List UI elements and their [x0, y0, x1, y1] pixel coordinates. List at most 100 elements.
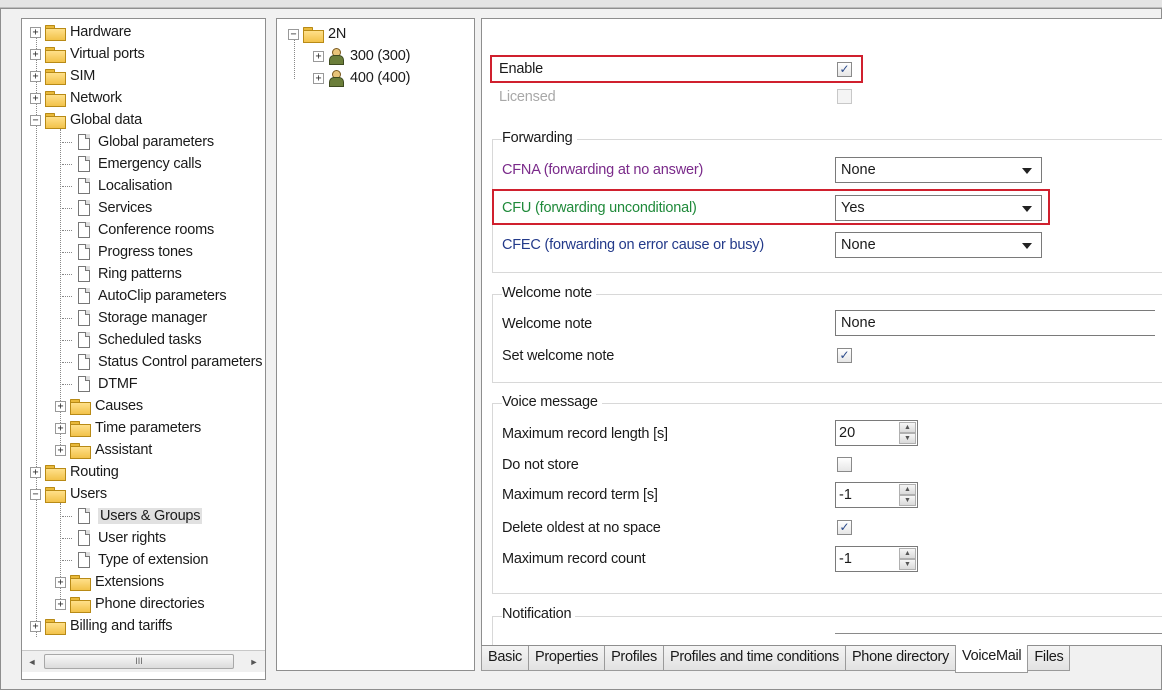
- spin-up-icon[interactable]: ▲: [899, 422, 916, 433]
- tree-item-type-of-extension[interactable]: Type of extension: [62, 549, 208, 571]
- tree-item-users[interactable]: − Users: [30, 483, 107, 505]
- tree-item-autoclip-parameters[interactable]: AutoClip parameters: [62, 285, 227, 307]
- set-welcome-note-checkbox[interactable]: ✓: [837, 348, 852, 363]
- tab-properties[interactable]: Properties: [527, 646, 606, 671]
- tree-connector: [62, 361, 72, 363]
- collapse-icon[interactable]: −: [288, 28, 299, 40]
- spin-up-icon[interactable]: ▲: [899, 484, 916, 495]
- tree-item-global-parameters[interactable]: Global parameters: [62, 131, 214, 153]
- max-record-count-stepper[interactable]: -1 ▲ ▼: [835, 546, 918, 572]
- expand-icon[interactable]: +: [30, 620, 41, 632]
- expand-icon[interactable]: +: [313, 50, 324, 62]
- tab-phone-directory[interactable]: Phone directory: [844, 646, 956, 671]
- tree-item-label: Hardware: [70, 24, 132, 40]
- tab-basic[interactable]: Basic: [481, 646, 529, 671]
- tree-item-causes[interactable]: + Causes: [55, 395, 143, 417]
- folder-open-icon: [45, 487, 66, 503]
- tree-item-assistant[interactable]: + Assistant: [55, 439, 152, 461]
- title-strip: [0, 0, 1162, 8]
- tree-item-users-and-groups[interactable]: Users & Groups: [62, 505, 203, 527]
- group-tree-panel[interactable]: − 2N +300 (300) +400 (400): [276, 18, 475, 671]
- tab-files[interactable]: Files: [1027, 646, 1071, 671]
- horizontal-scrollbar[interactable]: ◄ III ►: [22, 650, 265, 672]
- tree-item-virtual-ports[interactable]: + Virtual ports: [30, 43, 145, 65]
- cfu-highlight-box: [492, 189, 1050, 225]
- tree-item-dtmf[interactable]: DTMF: [62, 373, 138, 395]
- cut-off-field: [835, 633, 1162, 634]
- group-border: [492, 593, 1162, 594]
- expand-icon[interactable]: +: [30, 48, 41, 60]
- spin-down-icon[interactable]: ▼: [899, 495, 916, 506]
- delete-oldest-checkbox[interactable]: ✓: [837, 520, 852, 535]
- cfec-select[interactable]: None: [835, 232, 1042, 258]
- tree-connector: [62, 163, 72, 165]
- welcome-note-select[interactable]: None: [835, 310, 1155, 336]
- tree-item-billing-and-tariffs[interactable]: + Billing and tariffs: [30, 615, 173, 637]
- tab-voicemail[interactable]: VoiceMail: [955, 645, 1029, 673]
- licensed-checkbox: [837, 89, 852, 104]
- tree-item-ring-patterns[interactable]: Ring patterns: [62, 263, 182, 285]
- tree-item-user-rights[interactable]: User rights: [62, 527, 166, 549]
- cfna-select[interactable]: None: [835, 157, 1042, 183]
- expand-icon[interactable]: +: [313, 72, 324, 84]
- tree-item-storage-manager[interactable]: Storage manager: [62, 307, 207, 329]
- tree-item-global-data[interactable]: − Global data: [30, 109, 142, 131]
- max-record-length-stepper[interactable]: 20 ▲ ▼: [835, 420, 918, 446]
- tree-item-user-400[interactable]: +400 (400): [313, 67, 410, 89]
- tree-item-routing[interactable]: + Routing: [30, 461, 119, 483]
- tree-item-2n[interactable]: − 2N: [288, 23, 346, 45]
- tree-connector: [62, 141, 72, 143]
- tree-item-network[interactable]: + Network: [30, 87, 122, 109]
- tree-item-phone-directories[interactable]: + Phone directories: [55, 593, 205, 615]
- scroll-left-icon[interactable]: ◄: [24, 654, 40, 670]
- expand-icon[interactable]: +: [55, 598, 66, 610]
- user-icon: [328, 70, 344, 87]
- tree-item-status-control-parameters[interactable]: Status Control parameters: [62, 351, 262, 373]
- expand-icon[interactable]: +: [55, 444, 66, 456]
- spin-up-icon[interactable]: ▲: [899, 548, 916, 559]
- collapse-icon[interactable]: −: [30, 114, 41, 126]
- tab-profiles-and-time-conditions[interactable]: Profiles and time conditions: [663, 646, 846, 671]
- stepper-buttons[interactable]: ▲ ▼: [899, 484, 916, 506]
- scroll-right-icon[interactable]: ►: [246, 654, 262, 670]
- tree-item-time-parameters[interactable]: + Time parameters: [55, 417, 201, 439]
- navigation-tree-panel[interactable]: + Hardware + Virtual ports + SIM + Network −…: [21, 18, 266, 680]
- tree-item-extensions[interactable]: + Extensions: [55, 571, 164, 593]
- tree-item-user-300[interactable]: +300 (300): [313, 45, 410, 67]
- expand-icon[interactable]: +: [30, 70, 41, 82]
- spin-down-icon[interactable]: ▼: [899, 433, 916, 444]
- tree-item-sim[interactable]: + SIM: [30, 65, 95, 87]
- page-icon: [78, 552, 90, 568]
- expand-icon[interactable]: +: [30, 466, 41, 478]
- expand-icon[interactable]: +: [55, 576, 66, 588]
- tree-item-label: Status Control parameters: [98, 354, 263, 370]
- folder-icon: [70, 421, 91, 437]
- expand-icon[interactable]: +: [55, 422, 66, 434]
- expand-icon[interactable]: +: [55, 400, 66, 412]
- tree-item-progress-tones[interactable]: Progress tones: [62, 241, 193, 263]
- tab-profiles[interactable]: Profiles: [604, 646, 665, 671]
- spin-down-icon[interactable]: ▼: [899, 559, 916, 570]
- expand-icon[interactable]: +: [30, 92, 41, 104]
- collapse-icon[interactable]: −: [30, 488, 41, 500]
- tree-item-label: Emergency calls: [98, 156, 202, 172]
- do-not-store-checkbox[interactable]: [837, 457, 852, 472]
- tree-item-label: Billing and tariffs: [70, 618, 173, 634]
- expand-icon[interactable]: +: [30, 26, 41, 38]
- tree-item-hardware[interactable]: + Hardware: [30, 21, 131, 43]
- tree-item-conference-rooms[interactable]: Conference rooms: [62, 219, 214, 241]
- stepper-buttons[interactable]: ▲ ▼: [899, 422, 916, 444]
- scrollbar-thumb[interactable]: III: [44, 654, 234, 669]
- max-record-length-value: 20: [839, 425, 856, 441]
- max-record-term-stepper[interactable]: -1 ▲ ▼: [835, 482, 918, 508]
- tree-item-services[interactable]: Services: [62, 197, 152, 219]
- page-icon: [78, 156, 90, 172]
- tree-item-scheduled-tasks[interactable]: Scheduled tasks: [62, 329, 202, 351]
- group-border: [492, 616, 1162, 617]
- stepper-buttons[interactable]: ▲ ▼: [899, 548, 916, 570]
- tree-item-emergency-calls[interactable]: Emergency calls: [62, 153, 202, 175]
- tree-connector: [62, 295, 72, 297]
- tree-item-localisation[interactable]: Localisation: [62, 175, 172, 197]
- page-icon: [78, 134, 90, 150]
- chevron-down-icon: [1022, 168, 1032, 174]
